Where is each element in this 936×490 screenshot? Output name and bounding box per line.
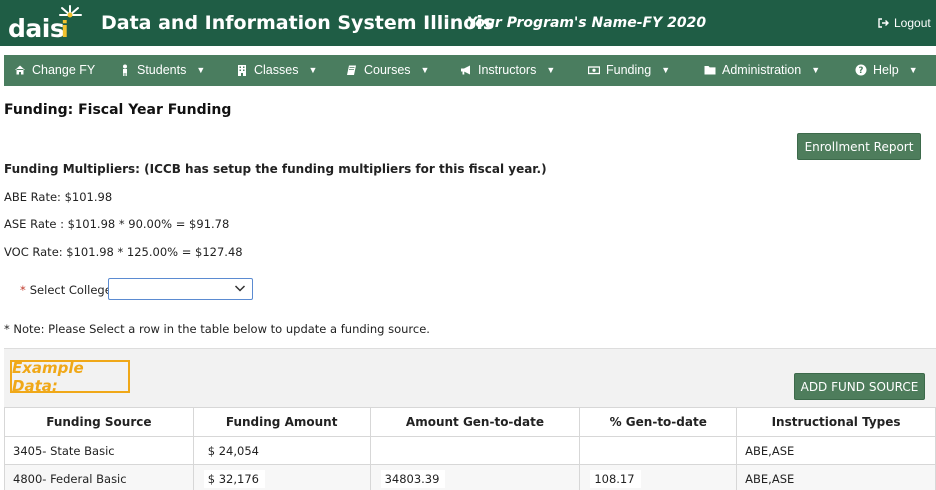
app-header: dais i Data and Information System Illin… bbox=[0, 0, 936, 46]
column-header-funding-source[interactable]: Funding Source bbox=[4, 407, 194, 437]
daisi-logo[interactable]: dais i bbox=[8, 4, 88, 44]
home-icon bbox=[15, 65, 25, 75]
nav-help[interactable]: ? Help ▼ bbox=[855, 63, 918, 77]
page-title: Funding: Fiscal Year Funding bbox=[4, 102, 232, 118]
nav-label: Help bbox=[873, 63, 899, 77]
cell-funding-source: 3405- State Basic bbox=[4, 436, 194, 465]
add-fund-source-button[interactable]: ADD FUND SOURCE bbox=[794, 373, 925, 400]
cell-instructional-types: ABE,ASE bbox=[736, 464, 936, 490]
nav-courses[interactable]: Courses ▼ bbox=[346, 63, 429, 77]
program-name: Your Program's Name-FY 2020 bbox=[467, 15, 707, 31]
table-row[interactable]: 3405- State Basic $ 24,054 ABE,ASE bbox=[4, 436, 936, 465]
logo-text: dais bbox=[8, 14, 65, 43]
nav-label: Administration bbox=[722, 63, 802, 77]
cell-amount-gen-to-date: 34803.39 bbox=[369, 464, 581, 490]
table-header-row: Funding Source Funding Amount Amount Gen… bbox=[4, 407, 936, 437]
nav-label: Classes bbox=[254, 63, 299, 77]
student-icon bbox=[123, 64, 127, 76]
sign-out-icon bbox=[878, 18, 889, 28]
caret-down-icon: ▼ bbox=[811, 65, 821, 75]
caret-down-icon: ▼ bbox=[546, 65, 556, 75]
cell-instructional-types: ABE,ASE bbox=[736, 436, 936, 465]
college-select[interactable] bbox=[108, 278, 253, 300]
nav-label: Courses bbox=[364, 63, 411, 77]
svg-text:?: ? bbox=[859, 66, 864, 76]
caret-down-icon: ▼ bbox=[308, 65, 318, 75]
app-title: Data and Information System Illinois bbox=[101, 12, 495, 34]
cell-percent-gen-to-date: 108.17 bbox=[579, 464, 738, 490]
nav-label: Funding bbox=[606, 63, 652, 77]
column-header-percent-gen-to-date[interactable]: % Gen-to-date bbox=[579, 407, 738, 437]
caret-down-icon: ▼ bbox=[661, 65, 671, 75]
amount-gen-to-date-value: 34803.39 bbox=[380, 469, 446, 488]
nav-change-fy[interactable]: Change FY bbox=[14, 63, 95, 77]
logout-label: Logout bbox=[894, 16, 931, 30]
voc-rate: VOC Rate: $101.98 * 125.00% = $127.48 bbox=[4, 245, 243, 259]
caret-down-icon: ▼ bbox=[908, 65, 918, 75]
funding-table: Funding Source Funding Amount Amount Gen… bbox=[4, 407, 936, 490]
cell-funding-amount: $ 24,054 bbox=[192, 436, 371, 465]
cell-funding-source: 4800- Federal Basic bbox=[4, 464, 194, 490]
main-nav: Change FY Students ▼ Classes ▼ Courses ▼… bbox=[4, 55, 936, 86]
nav-label: Change FY bbox=[32, 63, 96, 77]
money-icon bbox=[588, 66, 600, 75]
ase-rate: ASE Rate : $101.98 * 90.00% = $91.78 bbox=[4, 217, 230, 231]
cell-amount-gen-to-date bbox=[369, 436, 581, 465]
folder-icon bbox=[704, 66, 716, 75]
nav-instructors[interactable]: Instructors ▼ bbox=[460, 63, 555, 77]
column-header-funding-amount[interactable]: Funding Amount bbox=[192, 407, 371, 437]
chevron-down-icon bbox=[234, 285, 246, 292]
multipliers-heading: Funding Multipliers: (ICCB has setup the… bbox=[4, 162, 547, 176]
caret-down-icon: ▼ bbox=[420, 65, 430, 75]
logo-i: i bbox=[61, 18, 69, 43]
nav-administration[interactable]: Administration ▼ bbox=[704, 63, 820, 77]
building-icon bbox=[238, 65, 246, 76]
enrollment-report-button[interactable]: Enrollment Report bbox=[797, 133, 921, 160]
example-data-label: Example Data: bbox=[10, 359, 130, 395]
select-college-text: Select College bbox=[29, 283, 112, 297]
funding-amount-value: $ 32,176 bbox=[203, 469, 265, 488]
select-college-label: * Select College bbox=[20, 283, 112, 297]
nav-classes[interactable]: Classes ▼ bbox=[236, 63, 317, 77]
book-icon bbox=[347, 65, 356, 75]
funding-amount-value: $ 24,054 bbox=[203, 441, 265, 460]
nav-funding[interactable]: Funding ▼ bbox=[588, 63, 670, 77]
column-header-amount-gen-to-date[interactable]: Amount Gen-to-date bbox=[369, 407, 581, 437]
bullhorn-icon bbox=[461, 65, 470, 75]
required-marker: * bbox=[20, 283, 26, 297]
update-note: * Note: Please Select a row in the table… bbox=[4, 322, 430, 336]
question-icon: ? bbox=[855, 64, 867, 76]
nav-students[interactable]: Students ▼ bbox=[119, 63, 205, 77]
nav-label: Instructors bbox=[478, 63, 537, 77]
column-header-instructional-types[interactable]: Instructional Types bbox=[736, 407, 936, 437]
percent-gen-to-date-value: 108.17 bbox=[590, 469, 641, 488]
table-row[interactable]: 4800- Federal Basic $ 32,176 34803.39 10… bbox=[4, 464, 936, 490]
cell-funding-amount: $ 32,176 bbox=[192, 464, 371, 490]
nav-label: Students bbox=[137, 63, 187, 77]
abe-rate: ABE Rate: $101.98 bbox=[4, 190, 113, 204]
logout-link[interactable]: Logout bbox=[878, 16, 931, 30]
cell-percent-gen-to-date bbox=[579, 436, 738, 465]
caret-down-icon: ▼ bbox=[196, 65, 206, 75]
